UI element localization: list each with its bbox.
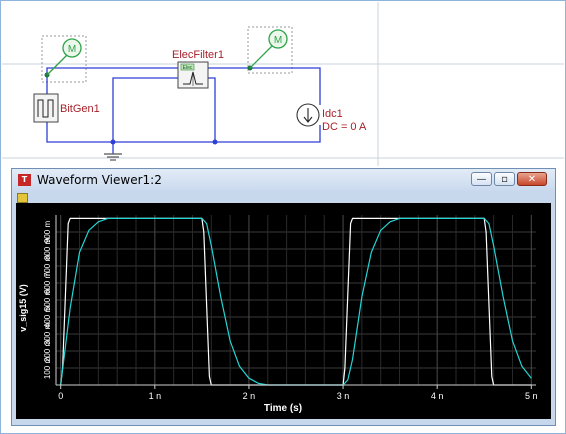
window-titlebar[interactable]: T Waveform Viewer1:2 — ▫ ✕ [12, 169, 555, 191]
x-tick-label: 5 n [525, 391, 538, 401]
waveform-plot[interactable]: 100 m200 m300 m400 m500 m600 m700 m800 m… [16, 203, 551, 419]
monitor-right-label: M [274, 35, 282, 46]
minimize-button[interactable]: — [471, 172, 492, 186]
bitgen-label: BitGen1 [60, 103, 100, 115]
junction-dot [110, 139, 116, 145]
y-tick-label: 900 m [43, 221, 52, 244]
x-tick-label: 1 n [149, 391, 162, 401]
x-tick-label: 0 [58, 391, 63, 401]
monitor-probe-right [249, 45, 273, 69]
toolbar-settings-icon[interactable] [17, 193, 28, 203]
y-tick-labels: 100 m200 m300 m400 m500 m600 m700 m800 m… [43, 221, 52, 380]
x-tick-label: 2 n [243, 391, 256, 401]
window-title: Waveform Viewer1:2 [37, 173, 162, 187]
app-logo-icon: T [18, 174, 31, 186]
filter-label: ElecFilter1 [172, 49, 224, 61]
junction-dot [212, 139, 218, 145]
close-button[interactable]: ✕ [517, 172, 547, 186]
bitgen-component[interactable] [33, 93, 59, 123]
schematic-canvas[interactable]: M M Elec ElecFilter1 BitGen1 Idc1 DC = 0… [0, 0, 566, 168]
y-axis-label: v_sig15 (V) [18, 284, 28, 332]
monitor-left-label: M [68, 44, 76, 55]
idc-value: DC = 0 A [322, 121, 367, 133]
elec-filter-component[interactable]: Elec [177, 61, 209, 89]
maximize-button[interactable]: ▫ [494, 172, 515, 186]
waveform-viewer-window[interactable]: T Waveform Viewer1:2 — ▫ ✕ 100 m 200 m 300… [11, 168, 556, 426]
x-tick-label: 3 n [337, 391, 350, 401]
x-tick-label: 4 n [431, 391, 444, 401]
ground-symbol[interactable] [104, 153, 122, 161]
plot-background [16, 203, 551, 419]
idc-source-component[interactable] [296, 103, 320, 127]
x-axis-label: Time (s) [264, 403, 302, 414]
filter-tag: Elec [183, 65, 193, 71]
idc-label: Idc1 [322, 108, 343, 120]
